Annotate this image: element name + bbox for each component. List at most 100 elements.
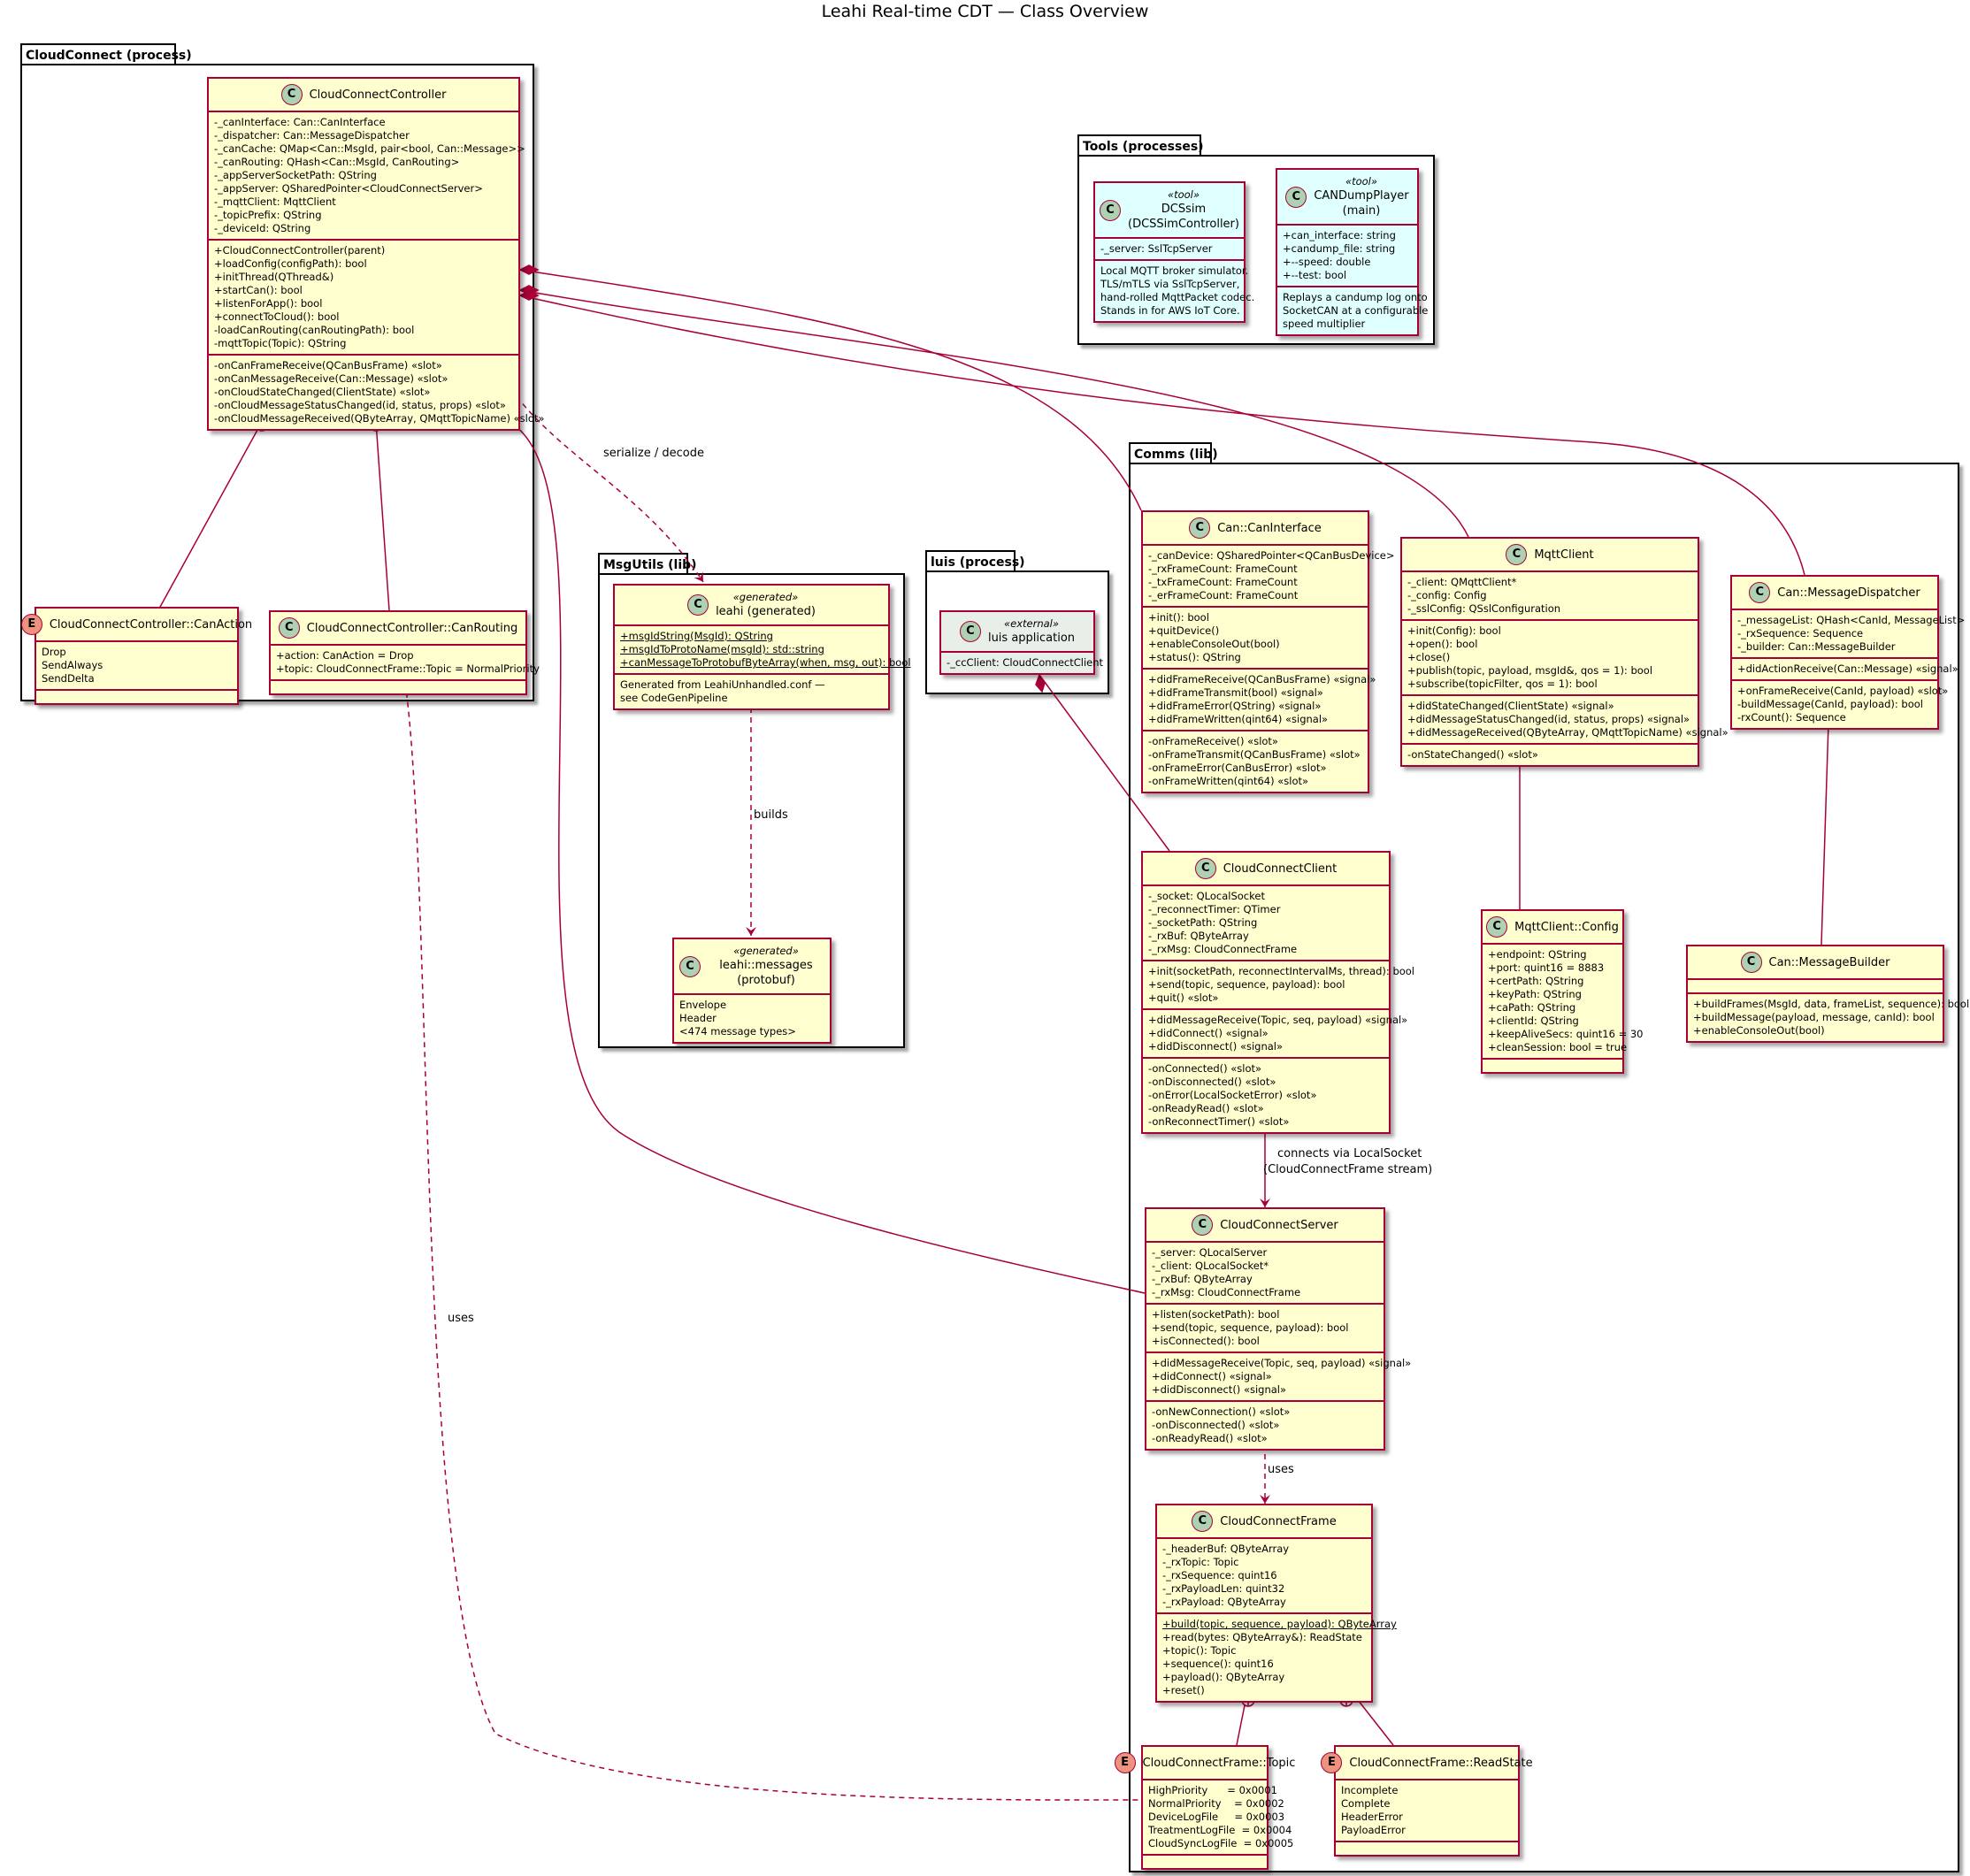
class-leahi-generated[interactable]: C «generated» leahi (generated) +msgIdStri…	[613, 584, 911, 710]
enum-name: CloudConnectFrame::ReadState	[1349, 1756, 1533, 1770]
member-line: +clientId: QString	[1488, 1015, 1579, 1027]
class-dcssim[interactable]: C «tool» DCSsim (DCSSimController) -_server…	[1093, 181, 1254, 323]
class-messagedispatcher[interactable]: C Can::MessageDispatcher -_messageList: Q…	[1730, 575, 1966, 730]
class-mqttclient[interactable]: C MqttClient -_client: QMqttClient* -_conf…	[1400, 537, 1729, 767]
notes: Local MQTT broker simulator. TLS/mTLS via…	[1095, 259, 1254, 321]
class-name: Can::MessageBuilder	[1768, 955, 1890, 969]
member-line: -_txFrameCount: FrameCount	[1148, 576, 1298, 588]
member-line: SendAlways	[42, 659, 103, 671]
edge-dispatcher-builder	[1821, 694, 1830, 946]
member-line: +init(socketPath, reconnectIntervalMs, t…	[1148, 965, 1415, 977]
member-line: +didActionReceive(Can::Message) «signal»	[1737, 662, 1959, 675]
member-line: +payload(): QByteArray	[1162, 1671, 1285, 1683]
class-name-sub: (DCSSimController)	[1128, 218, 1239, 231]
notes: Replays a candump log onto SocketCAN at a…	[1277, 286, 1428, 334]
enum-readstate[interactable]: E CloudConnectFrame::ReadState Incomplete…	[1321, 1745, 1533, 1857]
class-badge-icon: C	[1486, 916, 1508, 938]
member-line: -rxCount(): Sequence	[1737, 711, 1846, 724]
signals: +didMessageReceive(Topic, seq, payload) …	[1143, 1008, 1407, 1057]
attributes: -_server: QLocalServer -_client: QLocalSo…	[1146, 1241, 1384, 1303]
member-line: +isConnected(): bool	[1152, 1335, 1260, 1347]
class-candumpplayer[interactable]: C «tool» CANDumpPlayer (main) +can_interfac…	[1276, 168, 1428, 336]
class-badge-icon: C	[959, 621, 981, 642]
enum-name: CloudConnectFrame::Topic	[1142, 1756, 1296, 1770]
static-methods: +msgIdString(MsgId): QString +msgIdToProt…	[615, 624, 911, 673]
member-line: +endpoint: QString	[1488, 948, 1587, 961]
class-name-sub: (main)	[1342, 204, 1381, 218]
member-line: +initThread(QThread&)	[214, 271, 334, 283]
member-line: -_server: QLocalServer	[1152, 1246, 1268, 1259]
member-line: -mqttTopic(Topic): QString	[214, 337, 347, 349]
member-line: -onFrameTransmit(QCanBusFrame) «slot»	[1148, 748, 1361, 761]
class-canrouting[interactable]: C CloudConnectController::CanRouting +act…	[269, 610, 540, 695]
member-line: -onDisconnected() «slot»	[1148, 1076, 1276, 1088]
class-badge-icon: C	[1749, 582, 1771, 603]
member-line: +didDisconnect() «signal»	[1152, 1383, 1287, 1396]
class-messagebuilder[interactable]: C Can::MessageBuilder +buildFrames(MsgId,…	[1686, 945, 1970, 1043]
member-line: +CloudConnectController(parent)	[214, 244, 386, 257]
member-line: -_rxFrameCount: FrameCount	[1148, 563, 1298, 575]
edge-label-uses-frame: uses	[1268, 1463, 1294, 1476]
member-line: -_rxPayloadLen: quint32	[1162, 1582, 1285, 1595]
class-badge-icon: C	[679, 955, 701, 977]
member-line: +status(): QString	[1148, 651, 1241, 663]
class-name: DCSsim	[1161, 203, 1207, 216]
member-line: -_builder: Can::MessageBuilder	[1737, 640, 1896, 653]
items: Envelope Header <474 message types>	[674, 993, 830, 1042]
class-cloudconnectclient[interactable]: C CloudConnectClient -_socket: QLocalSock…	[1141, 851, 1415, 1134]
class-luis-application[interactable]: C «external» luis application -_ccClient: …	[939, 610, 1104, 675]
attributes: -_messageList: QHash<CanId, MessageList>…	[1732, 609, 1966, 657]
enum-topic[interactable]: E CloudConnectFrame::Topic HighPriority =…	[1114, 1745, 1295, 1870]
enum-badge-icon: E	[1321, 1752, 1343, 1773]
member-line: +--speed: double	[1283, 256, 1371, 268]
member-line: -_rxBuf: QByteArray	[1152, 1273, 1253, 1285]
member-line: -_mqttClient: MqttClient	[214, 195, 336, 208]
member-line: -_socket: QLocalSocket	[1148, 890, 1265, 902]
class-cloudconnectserver[interactable]: C CloudConnectServer -_server: QLocalServ…	[1145, 1207, 1412, 1451]
enum-badge-icon: E	[1114, 1752, 1136, 1773]
class-mqttclient-config[interactable]: C MqttClient::Config +endpoint: QString +p…	[1481, 909, 1644, 1074]
member-line: +sequence(): quint16	[1162, 1658, 1274, 1670]
member-line: -onCanMessageReceive(Can::Message) «slot…	[214, 372, 448, 385]
edge-serialize	[516, 395, 704, 583]
member-line: +msgIdString(MsgId): QString	[620, 630, 773, 642]
member-line: -_messageList: QHash<CanId, MessageList>	[1737, 614, 1966, 626]
attributes: -_canDevice: QSharedPointer<QCanBusDevic…	[1143, 544, 1395, 606]
member-line: Header	[679, 1012, 717, 1024]
member-line: +didFrameWritten(qint64) «signal»	[1148, 713, 1329, 725]
member-line: +buildMessage(payload, message, canId): …	[1693, 1011, 1935, 1023]
member-line: -onFrameError(CanBusError) «slot»	[1148, 762, 1327, 774]
signals: +didMessageReceive(Topic, seq, payload) …	[1146, 1351, 1412, 1400]
enum-canaction[interactable]: E CloudConnectController::CanAction Drop S…	[20, 607, 252, 705]
methods: +init(socketPath, reconnectIntervalMs, t…	[1143, 960, 1415, 1008]
member-line: +action: CanAction = Drop	[276, 649, 414, 662]
stereotype: «tool»	[1345, 175, 1377, 188]
member-line: -_canCache: QMap<Can::MsgId, pair<bool, …	[214, 142, 525, 155]
member-line: +didMessageReceive(Topic, seq, payload) …	[1152, 1357, 1412, 1369]
class-caninterface[interactable]: C Can::CanInterface -_canDevice: QSharedP…	[1141, 510, 1395, 793]
member-line: -_config: Config	[1407, 589, 1487, 601]
member-line: -_canDevice: QSharedPointer<QCanBusDevic…	[1148, 549, 1395, 562]
member-line: -_canRouting: QHash<Can::MsgId, CanRouti…	[214, 156, 460, 168]
class-cloudconnectframe[interactable]: C CloudConnectFrame -_headerBuf: QByteArr…	[1155, 1504, 1397, 1703]
class-badge-icon: C	[280, 84, 303, 105]
class-name: Can::MessageDispatcher	[1777, 586, 1920, 600]
member-line: +didConnect() «signal»	[1152, 1370, 1272, 1382]
member-line: +startCan(): bool	[214, 284, 303, 296]
attributes: +can_interface: string +candump_file: str…	[1277, 224, 1417, 286]
member-line: -_ccClient: CloudConnectClient	[947, 656, 1104, 669]
methods: +build(topic, sequence, payload): QByteA…	[1157, 1612, 1397, 1701]
attributes: -_canInterface: Can::CanInterface -_dispa…	[209, 111, 525, 239]
member-line: -_deviceId: QString	[214, 222, 311, 234]
class-cloudconnectcontroller[interactable]: C CloudConnectController -_canInterface: …	[207, 77, 544, 431]
class-leahi-messages[interactable]: C «generated» leahi::messages (protobuf) E…	[672, 938, 832, 1044]
member-line: +--test: bool	[1283, 269, 1347, 281]
stereotype: «generated»	[732, 591, 799, 603]
slots: -onCanFrameReceive(QCanBusFrame) «slot» -…	[209, 354, 544, 429]
member-line: +didDisconnect() «signal»	[1148, 1040, 1284, 1053]
slots: -onStateChanged() «slot»	[1402, 743, 1698, 765]
member-line: +buildFrames(MsgId, data, frameList, seq…	[1693, 998, 1970, 1010]
member-line: speed multiplier	[1283, 318, 1366, 330]
class-name: luis application	[987, 632, 1076, 645]
member-line: -_rxPayload: QByteArray	[1162, 1596, 1286, 1608]
